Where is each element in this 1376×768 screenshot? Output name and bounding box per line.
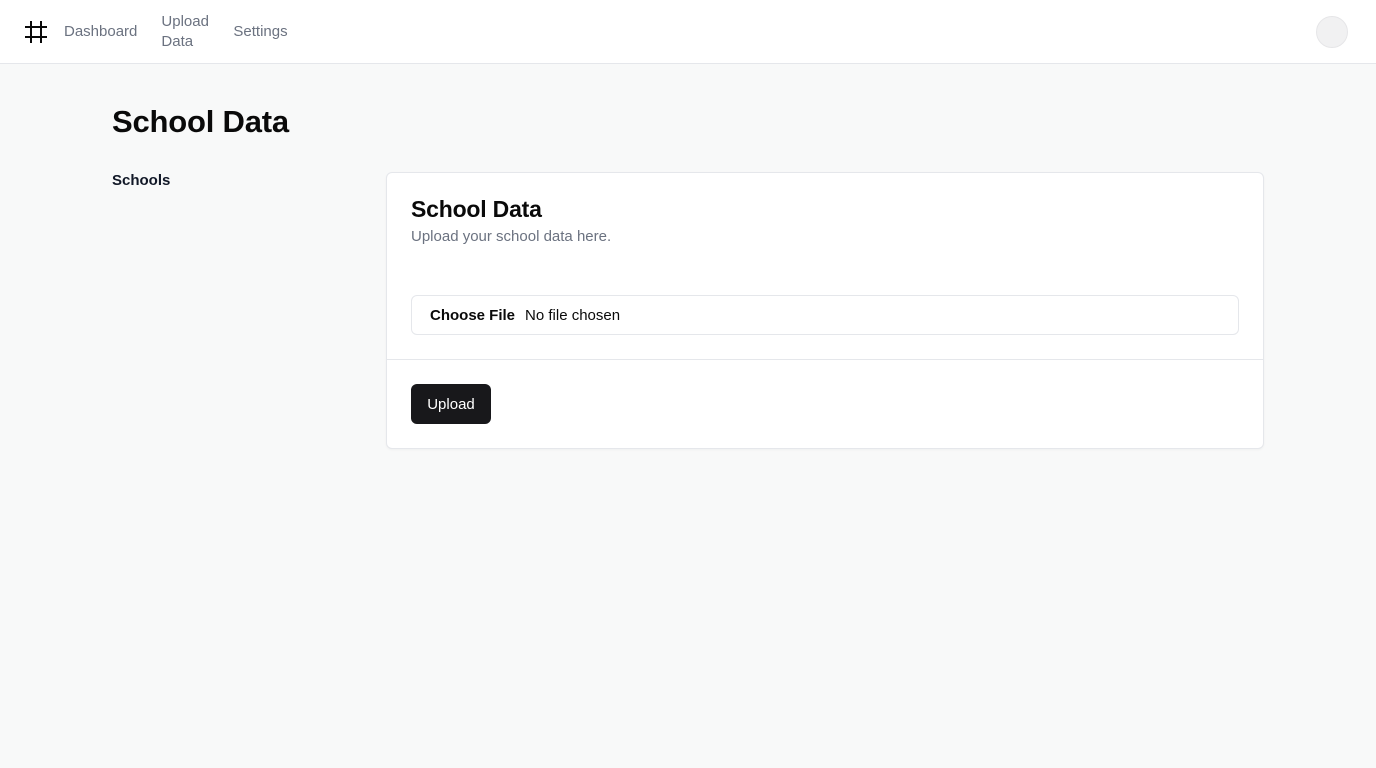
- file-status-text: No file chosen: [525, 306, 621, 324]
- upload-button[interactable]: Upload: [411, 384, 491, 424]
- nav-dashboard-link[interactable]: Dashboard: [64, 22, 137, 42]
- main-nav: Dashboard Upload Data Settings: [64, 12, 288, 52]
- upload-card: School Data Upload your school data here…: [386, 172, 1264, 449]
- nav-upload-data-link[interactable]: Upload Data: [161, 12, 209, 52]
- top-navigation-bar: Dashboard Upload Data Settings: [0, 0, 1376, 64]
- card-divider: [387, 359, 1263, 360]
- page-title: School Data: [112, 104, 289, 139]
- sidebar-item-schools[interactable]: Schools: [112, 172, 170, 189]
- file-input[interactable]: Choose File No file chosen: [411, 295, 1239, 335]
- card-description: Upload your school data here.: [411, 228, 612, 245]
- sidebar: Schools: [112, 172, 170, 189]
- card-header: School Data Upload your school data here…: [387, 173, 1263, 245]
- choose-file-button[interactable]: Choose File: [430, 307, 515, 324]
- card-title: School Data: [411, 196, 542, 222]
- nav-settings-link[interactable]: Settings: [233, 22, 287, 42]
- hash-icon[interactable]: [24, 20, 48, 44]
- user-avatar[interactable]: [1316, 16, 1348, 48]
